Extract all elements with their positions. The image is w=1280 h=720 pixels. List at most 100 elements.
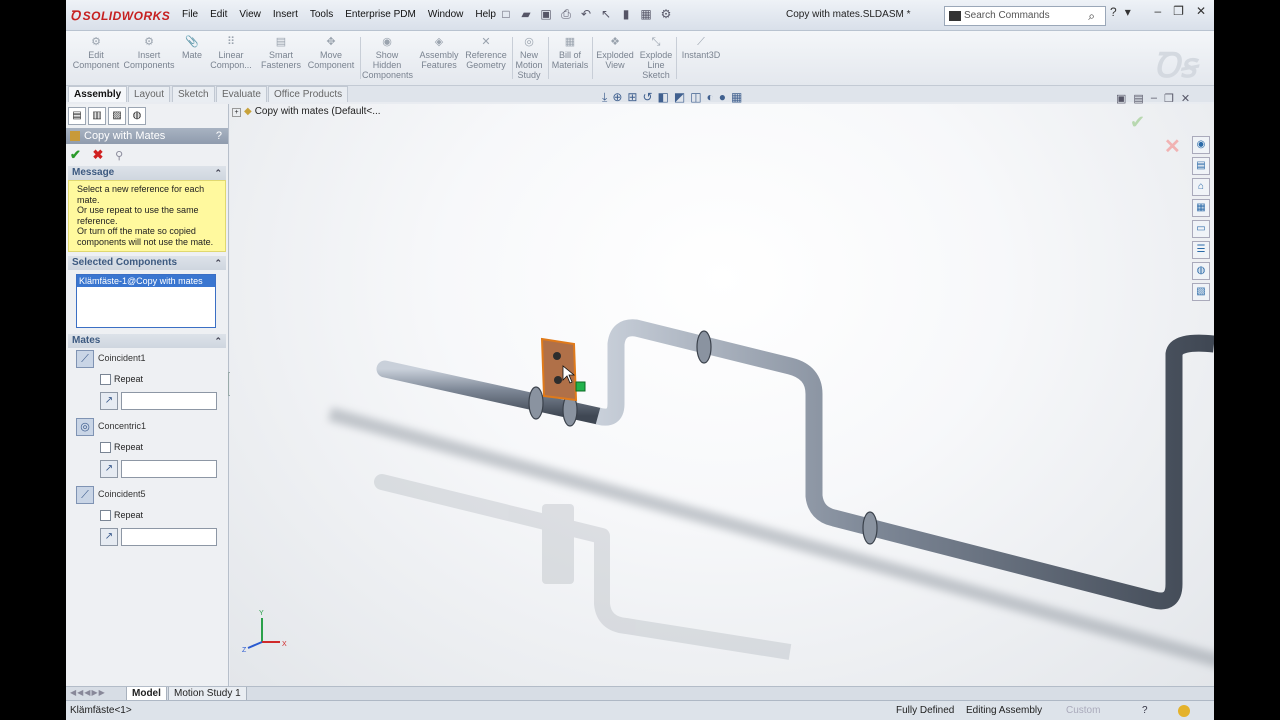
menu-window[interactable]: Window [422,9,470,20]
status-help[interactable]: ? [1142,701,1148,720]
open-folder-icon[interactable]: ▰ [518,6,534,22]
design-library-icon[interactable]: ▤ [1192,157,1210,175]
print-icon[interactable]: ⎙ [558,6,574,22]
tab-motion-study-1[interactable]: Motion Study 1 [168,687,247,701]
graphics-area[interactable]: Y X Z + ◆ Copy with mates (Default<... ✔ ✕… [230,104,1214,686]
viewport-close-icon[interactable]: ✕ [1181,92,1190,105]
explode-line-sketch-button[interactable]: ⤡ Explode Line Sketch [638,36,674,80]
hide-show-items-icon[interactable]: ◐ [707,90,714,105]
zoom-to-area-icon[interactable]: ⊞ [627,90,637,105]
linear-component-pattern-button[interactable]: ⠿ Linear Compon... [208,36,254,70]
repeat-checkbox[interactable]: Repeat [100,374,143,386]
feature-manager-tab-icon[interactable]: ▤ [68,107,86,125]
reference-geometry-button[interactable]: ✕ Reference Geometry [462,36,510,70]
menu-edit[interactable]: Edit [204,9,233,20]
save-icon[interactable]: ▣ [538,6,554,22]
pipe-clamp[interactable] [528,386,544,420]
property-manager-tab-icon[interactable]: ▥ [88,107,106,125]
new-reference-field[interactable] [121,528,217,546]
tab-sketch[interactable]: Sketch [172,86,215,102]
selected-components-header[interactable]: Selected Components ⌃ [68,256,226,270]
close-icon[interactable]: ✕ [1196,4,1206,18]
assembly-features-button[interactable]: ◈ Assembly Features [418,36,460,70]
tile-view-icon[interactable]: ▤ [1133,92,1143,105]
options-icon[interactable]: ⚙ [658,6,674,22]
select-icon[interactable]: ↖ [598,6,614,22]
mates-header[interactable]: Mates ⌃ [68,334,226,348]
previous-view-icon[interactable]: ↺ [642,90,652,105]
status-units[interactable]: Custom [1066,701,1100,720]
minimize-icon[interactable]: – [1154,4,1161,18]
solidworks-logo[interactable]: Ꝺ SOLIDWORKS [70,6,170,24]
assembly-model[interactable]: Y X Z [230,104,1214,686]
new-motion-study-button[interactable]: ◎ New Motion Study [514,36,544,80]
list-item[interactable]: Klämfäste-1@Copy with mates [77,275,215,287]
restore-icon[interactable]: ❐ [1173,4,1184,18]
search-icon[interactable]: ⌕ [1088,7,1095,25]
feature-tree-flyout[interactable]: + ◆ Copy with mates (Default<... [232,106,381,117]
smart-fasteners-button[interactable]: ▤ Smart Fasteners [258,36,304,70]
collapse-icon[interactable]: ⌃ [214,256,222,270]
collapse-icon[interactable]: ⌃ [214,334,222,348]
view-orientation-icon[interactable]: ◩ [674,90,685,105]
help-button[interactable]: ? [216,128,222,144]
viewport-restore-icon[interactable]: ❐ [1164,92,1174,105]
file-explorer-icon[interactable]: ⌂ [1192,178,1210,196]
tab-model[interactable]: Model [126,687,167,701]
new-reference-field[interactable] [121,392,217,410]
confirmation-cancel-icon[interactable]: ✕ [1164,134,1181,159]
tab-office-products[interactable]: Office Products [268,86,349,102]
configuration-manager-tab-icon[interactable]: ▨ [108,107,126,125]
exploded-view-button[interactable]: ❖ Exploded View [594,36,636,70]
apply-scene-icon[interactable]: ▦ [731,90,742,105]
reference-selector-icon[interactable]: ↗ [100,392,118,410]
instant3d-button[interactable]: ⟋ Instant3D [678,36,724,60]
appearances-icon[interactable]: ☰ [1192,241,1210,259]
cancel-x-icon[interactable]: ✖ [93,147,104,162]
display-manager-tab-icon[interactable]: ◍ [128,107,146,125]
zoom-to-fit-icon[interactable]: ⊕ [612,90,622,105]
edit-component-button[interactable]: ⚙ Edit Component [72,36,120,70]
message-header[interactable]: Message ⌃ [68,166,226,180]
menu-view[interactable]: View [233,9,267,20]
expand-icon[interactable]: + [232,108,241,117]
collapse-icon[interactable]: ⌃ [214,166,222,180]
reference-selector-icon[interactable]: ↗ [100,528,118,546]
menu-tools[interactable]: Tools [304,9,339,20]
solidworks-resources-icon[interactable]: ◉ [1192,136,1210,154]
insert-components-button[interactable]: ⚙ Insert Components [122,36,176,70]
section-view-icon[interactable]: ◧ [658,90,669,105]
pipe-clamp[interactable] [862,511,878,545]
show-hidden-components-button[interactable]: ◉ Show Hidden Components [362,36,413,80]
new-document-icon[interactable]: □ [498,6,514,22]
checkbox-icon[interactable] [100,374,111,386]
feature-tree-root[interactable]: Copy with mates (Default<... [255,106,381,117]
help-icon[interactable]: ? [1110,5,1117,19]
checkbox-icon[interactable] [100,510,111,522]
split-view-icon[interactable]: ▣ [1116,92,1126,105]
search-results-icon[interactable]: ▦ [1192,199,1210,217]
help-dropdown-icon[interactable]: ▾ [1125,5,1131,19]
menu-enterprise-pdm[interactable]: Enterprise PDM [339,9,422,20]
display-style-icon[interactable]: ◫ [690,90,701,105]
confirmation-ok-icon[interactable]: ✔ [1130,112,1145,133]
edit-appearance-icon[interactable]: ● [719,90,726,105]
tab-layout[interactable]: Layout [128,86,171,102]
viewport-minimize-icon[interactable]: – [1151,92,1157,105]
menu-file[interactable]: File [176,9,204,20]
tab-evaluate[interactable]: Evaluate [216,86,267,102]
repeat-checkbox[interactable]: Repeat [100,510,143,522]
pushpin-icon[interactable]: ⚲ [115,150,123,162]
undo-icon[interactable]: ↶ [578,6,594,22]
custom-properties-icon[interactable]: ◍ [1192,262,1210,280]
forum-icon[interactable]: ▧ [1192,283,1210,301]
move-component-button[interactable]: ✥ Move Component [306,36,356,70]
handle-icon[interactable] [575,381,586,392]
checkbox-icon[interactable] [100,442,111,454]
repeat-checkbox[interactable]: Repeat [100,442,143,454]
rebuild-icon[interactable]: ▮ [618,6,634,22]
tab-assembly[interactable]: Assembly [68,86,128,102]
orient-icon[interactable]: ⤓ [602,90,607,105]
pipe-segment[interactable] [595,319,1214,610]
ok-check-icon[interactable]: ✔ [70,147,81,162]
